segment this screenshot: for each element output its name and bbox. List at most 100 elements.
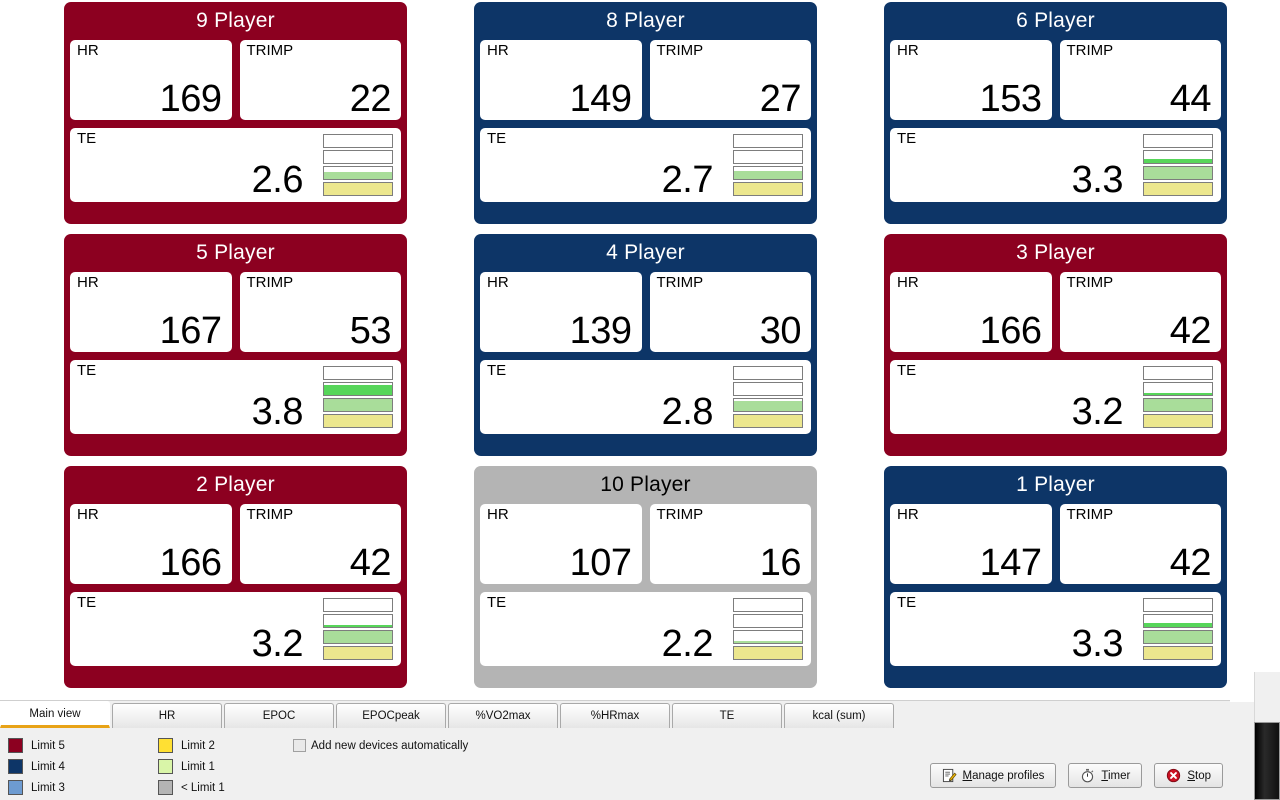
te-value: 3.3 [1071,623,1124,665]
trimp-value: 22 [349,78,392,120]
gauge-fill [734,415,802,427]
legend-item: Limit 2 [158,735,308,756]
player-card[interactable]: 5 Player HR 167 TRIMP 53 TE 3.8 [64,234,407,456]
view-tab-bar[interactable]: Main view HR EPOC EPOCpeak %VO2max %HRmax TE kc… [0,701,896,728]
metric-row: HR 166 TRIMP 42 [890,272,1221,352]
trimp-label: TRIMP [656,506,704,523]
stopwatch-icon [1082,768,1094,783]
gauge-segment [323,134,393,148]
timer-button[interactable]: Timer [1068,763,1143,788]
tab-epoc[interactable]: EPOC [224,703,334,728]
hr-metric: HR 139 [480,272,642,352]
add-devices-checkbox-row[interactable]: Add new devices automatically [293,739,468,752]
tab-kcal-sum[interactable]: kcal (sum) [784,703,894,728]
trimp-label: TRIMP [656,274,704,291]
te-gauge [733,134,803,196]
trimp-value: 16 [759,542,802,584]
hr-value: 167 [159,310,222,352]
hr-label: HR [487,42,509,59]
player-card[interactable]: 3 Player HR 166 TRIMP 42 TE 3.2 [884,234,1227,456]
gauge-fill [1144,159,1212,163]
gauge-segment [323,150,393,164]
gauge-segment [733,646,803,660]
hr-metric: HR 107 [480,504,642,584]
player-card[interactable]: 9 Player HR 169 TRIMP 22 TE 2.6 [64,2,407,224]
player-card[interactable]: 4 Player HR 139 TRIMP 30 TE 2.8 [474,234,817,456]
limit-legend: Limit 5 Limit 2 Limit 4 Limit 1 Limit 3 < Lim… [8,735,308,798]
hr-metric: HR 169 [70,40,232,120]
gauge-fill [1144,415,1212,427]
trimp-metric: TRIMP 44 [1059,40,1221,120]
trimp-metric: TRIMP 27 [649,40,811,120]
te-label: TE [77,594,97,611]
tab-epocpeak[interactable]: EPOCpeak [336,703,446,728]
add-devices-checkbox[interactable] [293,739,306,752]
legend-label: Limit 1 [181,760,215,773]
te-value: 3.2 [251,623,304,665]
te-value: 2.2 [661,623,714,665]
button-label: Stop [1187,770,1211,782]
gauge-segment [323,166,393,180]
gauge-segment [733,598,803,612]
gauge-segment [733,414,803,428]
metric-row: HR 153 TRIMP 44 [890,40,1221,120]
player-card[interactable]: 6 Player HR 153 TRIMP 44 TE 3.3 [884,2,1227,224]
player-card[interactable]: 8 Player HR 149 TRIMP 27 TE 2.7 [474,2,817,224]
te-metric: TE 2.7 [480,128,811,202]
gauge-segment [733,398,803,412]
gauge-segment [733,182,803,196]
application-window: 9 Player HR 169 TRIMP 22 TE 2.6 8 Player HR 149 TR… [0,0,1280,800]
gauge-segment [733,150,803,164]
te-label: TE [487,130,507,147]
te-value: 2.7 [661,159,714,201]
hr-metric: HR 149 [480,40,642,120]
legend-label: Limit 4 [31,760,65,773]
player-card-title: 9 Player [196,9,275,32]
button-label-rest: top [1195,769,1211,782]
te-metric: TE 3.3 [890,128,1221,202]
player-card[interactable]: 10 Player HR 107 TRIMP 16 TE 2.2 [474,466,817,688]
gauge-segment [323,414,393,428]
trimp-label: TRIMP [246,506,294,523]
te-gauge [323,134,393,196]
legend-label: Limit 3 [31,781,65,794]
gauge-fill [324,399,392,411]
tab-main-view[interactable]: Main view [0,701,110,728]
te-metric: TE 3.2 [890,360,1221,434]
te-gauge [733,366,803,428]
tab-vo2max[interactable]: %VO2max [448,703,558,728]
trimp-label: TRIMP [246,42,294,59]
legend-swatch [8,759,23,774]
gauge-segment [733,166,803,180]
legend-item: Limit 1 [158,756,308,777]
button-accel: M [962,769,973,782]
hr-label: HR [897,274,919,291]
player-card[interactable]: 2 Player HR 166 TRIMP 42 TE 3.2 [64,466,407,688]
trimp-value: 42 [1169,310,1212,352]
te-gauge [1143,598,1213,660]
player-card[interactable]: 1 Player HR 147 TRIMP 42 TE 3.3 [884,466,1227,688]
button-accel: S [1187,769,1195,782]
player-card-slot: 8 Player HR 149 TRIMP 27 TE 2.7 [474,2,884,234]
hr-metric: HR 153 [890,40,1052,120]
manage-profiles-button[interactable]: Manage profiles [929,763,1057,788]
hr-metric: HR 166 [70,504,232,584]
right-edge-filler [1254,672,1280,722]
player-card-title: 3 Player [1016,241,1095,264]
hr-label: HR [77,42,99,59]
gauge-segment [733,630,803,644]
tab-te[interactable]: TE [672,703,782,728]
button-label-rest: imer [1107,769,1131,782]
te-label: TE [487,362,507,379]
gauge-segment [323,382,393,396]
player-card-title: 8 Player [606,9,685,32]
trimp-label: TRIMP [1066,42,1114,59]
player-card-slot: 2 Player HR 166 TRIMP 42 TE 3.2 [64,466,474,698]
stop-button[interactable]: Stop [1154,763,1223,788]
scrollbar-thumb[interactable] [1254,722,1280,800]
tab-hr[interactable]: HR [112,703,222,728]
gauge-segment [323,630,393,644]
button-accel: T [1101,769,1108,782]
hr-metric: HR 147 [890,504,1052,584]
tab-hrmax[interactable]: %HRmax [560,703,670,728]
